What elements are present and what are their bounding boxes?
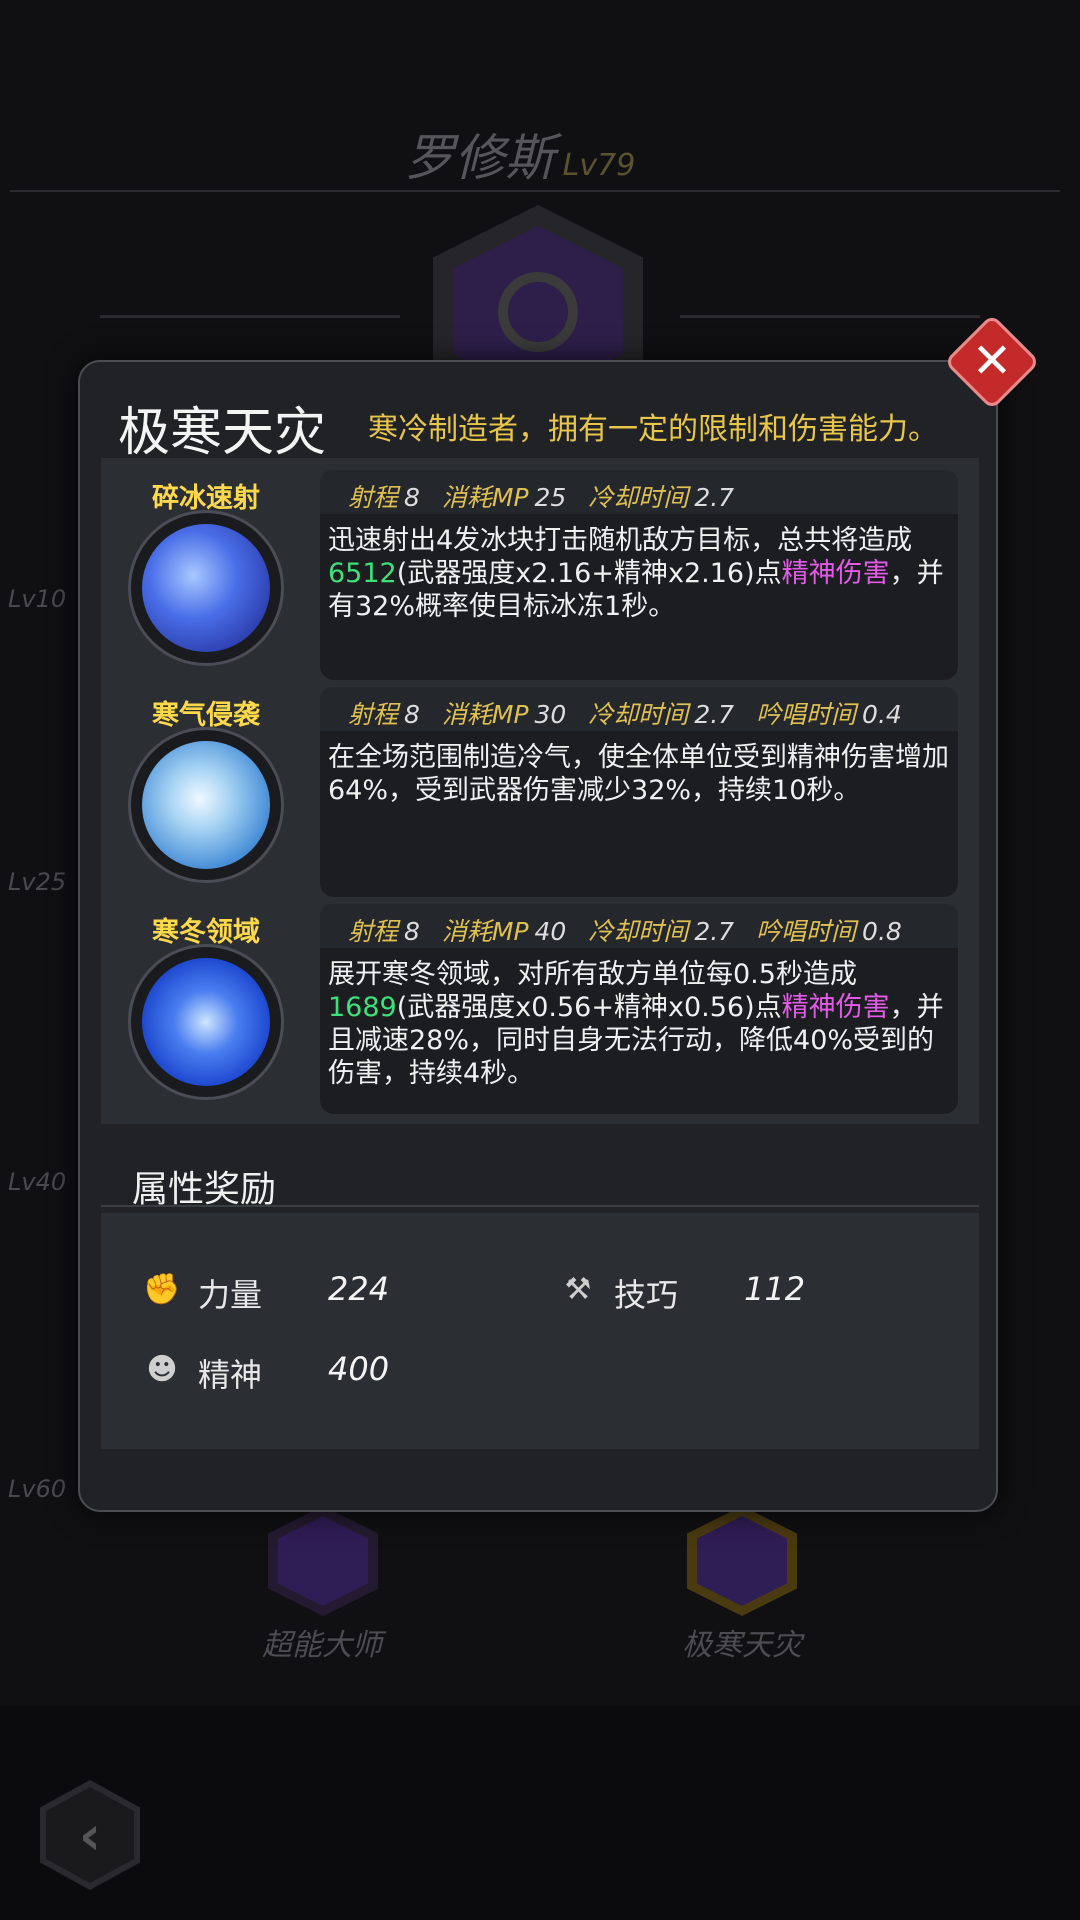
tree-node-label: 极寒天灾 [682,1628,802,1663]
ice-shard-icon [697,1516,787,1606]
tree-level-10: Lv10 [8,585,67,613]
skill-stats: 射程 8 消耗MP 25 冷却时间 2.7 [320,470,958,514]
tree-connector-left [100,315,400,318]
tree-level-60: Lv60 [8,1475,67,1503]
tree-level-25: Lv25 [8,868,67,896]
skill-stats: 射程 8 消耗MP 30 冷却时间 2.7 吟唱时间 0.4 [320,687,958,731]
chevron-left-icon: ‹ [46,1787,134,1883]
highlight-text: 1689 [328,992,397,1023]
description-text: (武器强度x0.56+精神x0.56)点 [396,992,782,1023]
attributes-divider [101,1205,979,1207]
frost-wind-icon [142,741,270,869]
header-divider [10,190,1060,192]
highlight-text: 精神伤害 [781,992,890,1023]
character-name: 罗修斯 [404,129,555,187]
attr-value-skill: 112 [744,1270,806,1308]
tools-icon: ⚒ [564,1272,592,1307]
tree-connector-right [680,315,980,318]
character-title: 罗修斯 Lv79 [0,118,1040,190]
attr-label-skill: 技巧 [614,1276,679,1314]
highlight-text: 精神伤害 [781,558,890,589]
tree-node-label: 超能大师 [262,1628,382,1663]
attr-value-spirit: 400 [328,1350,390,1388]
tree-node-frost-calamity[interactable] [687,1506,797,1616]
bottom-bar [0,1706,1080,1920]
description-text: (武器强度x2.16+精神x2.16)点 [396,558,782,589]
sun-icon [498,272,578,352]
character-level: Lv79 [562,148,636,183]
attr-value-strength: 224 [328,1270,390,1308]
description-text: 在全场范围制造冷气，使全体单位受到精神伤害增加64%，受到武器伤害减少32%，持… [328,742,949,806]
modal-description: 寒冷制造者，拥有一定的限制和伤害能力。 [368,412,938,447]
tree-node-psionic-master[interactable] [268,1506,378,1616]
skill-description: 展开寒冬领域，对所有敌方单位每0.5秒造成1689(武器强度x0.56+精神x0… [328,958,956,1090]
attributes-panel [101,1213,979,1449]
modal-title: 极寒天灾 [118,403,327,463]
attr-label-spirit: 精神 [198,1356,263,1394]
winter-domain-icon [142,958,270,1086]
description-text: 迅速射出4发冰块打击随机敌方目标，总共将造成 [328,525,913,556]
ice-shards-icon [142,524,270,652]
skill-stats: 射程 8 消耗MP 40 冷却时间 2.7 吟唱时间 0.8 [320,904,958,948]
skill-description: 在全场范围制造冷气，使全体单位受到精神伤害增加64%，受到武器伤害减少32%，持… [328,741,956,807]
tree-level-40: Lv40 [8,1168,67,1196]
swirl-icon [278,1516,368,1606]
skill-description: 迅速射出4发冰块打击随机敌方目标，总共将造成6512(武器强度x2.16+精神x… [328,524,956,623]
highlight-text: 6512 [328,558,397,589]
skill-icon-frame[interactable] [128,727,284,883]
description-text: 展开寒冬领域，对所有敌方单位每0.5秒造成 [328,959,857,990]
skill-icon-frame[interactable] [128,510,284,666]
skill-icon-frame[interactable] [128,944,284,1100]
head-icon: ☻ [146,1352,178,1387]
attr-label-strength: 力量 [198,1276,263,1314]
close-icon[interactable]: ✕ [958,328,1026,396]
fist-icon: ✊ [143,1272,181,1307]
